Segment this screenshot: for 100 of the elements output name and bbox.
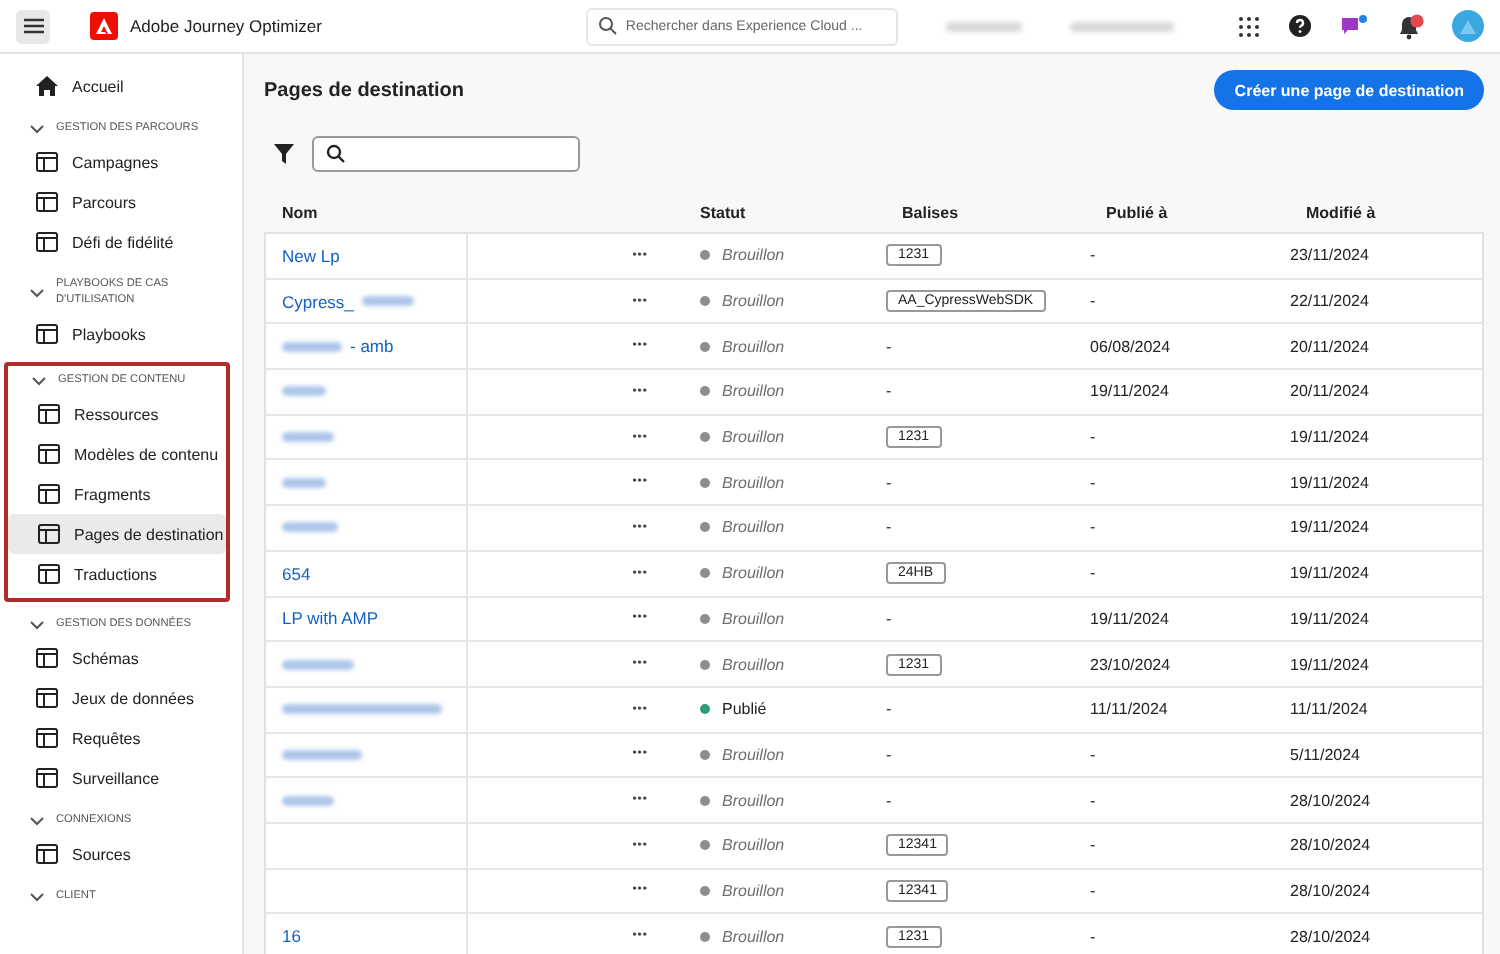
status-text: Brouillon [722,881,785,900]
table-cell: 19/11/2024 [1290,609,1369,628]
table-cell: - [1090,518,1096,537]
sidebar-item[interactable]: Accueil [6,66,232,106]
table-cell: 19/11/2024 [1290,564,1369,583]
user-avatar[interactable] [1452,10,1484,42]
table-cell: 19/11/2024 [1090,382,1169,401]
chat-icon[interactable] [1340,14,1368,38]
filter-icon[interactable] [274,144,294,164]
table-cell: - [1090,473,1096,492]
nav-icon [36,232,58,252]
sidebar-item[interactable]: Playbooks [6,314,232,354]
sidebar-item[interactable]: Requêtes [6,718,232,758]
help-icon[interactable] [1288,14,1312,38]
status-text: Brouillon [722,428,785,447]
notifications-icon[interactable] [1396,13,1424,39]
table-cell: - [1090,881,1096,900]
table-cell: - [1090,292,1096,311]
nav-icon [38,444,60,464]
sidebar-item[interactable]: Modèles de contenu [8,434,226,474]
table-cell: - [886,382,892,401]
sidebar-item[interactable]: Ressources [8,394,226,434]
sidebar-item[interactable]: Campagnes [6,142,232,182]
page-link[interactable]: 654 [282,563,311,584]
sidebar-item[interactable]: Parcours [6,182,232,222]
table-cell: - [886,473,892,492]
home-icon [36,76,58,96]
status-text: Publié [722,700,767,719]
status-text: Brouillon [722,927,785,946]
table-cell: 23/10/2024 [1090,655,1171,674]
table-cell: 23/11/2024 [1290,246,1369,265]
sidebar-item[interactable]: Surveillance [6,758,232,798]
blurred-text [282,386,326,397]
nav-icon [36,844,58,864]
table-cell: - [1090,745,1096,764]
table-cell: 19/11/2024 [1290,473,1369,492]
page-link[interactable]: New Lp [282,245,340,266]
table-cell: 11/11/2024 [1090,700,1168,719]
chevron-icon [30,619,44,629]
sidebar-item[interactable]: Fragments [8,474,226,514]
table-cell: 19/11/2024 [1290,655,1369,674]
chevron-icon [30,891,44,901]
apps-grid-icon[interactable] [1238,15,1260,37]
sidebar-item[interactable]: Défi de fidélité [6,222,232,262]
page-link[interactable]: Cypress_ [282,291,354,312]
table-cell: 20/11/2024 [1290,382,1369,401]
search-icon [597,16,618,36]
sidebar-item[interactable]: Schémas [6,638,232,678]
page-link[interactable]: LP with AMP [282,608,379,629]
status-text: Brouillon [722,473,785,492]
nav-icon [38,484,60,504]
table-cell: - [886,745,892,764]
table-cell: 28/10/2024 [1290,881,1371,900]
sidebar-item[interactable]: Sources [6,834,232,874]
blurred-text [1069,21,1174,31]
nav-icon [36,324,58,344]
table-cell: - [1090,428,1096,447]
status-text: Brouillon [722,518,785,537]
chevron-icon [30,815,44,825]
sidebar-item[interactable]: Traductions [8,554,226,594]
column-header[interactable]: Balises [898,203,1102,221]
nav-icon [36,768,58,788]
sidebar-item[interactable]: Jeux de données [6,678,232,718]
menu-icon [23,18,43,34]
page-link[interactable]: - amb [350,336,394,357]
table-cell: - [1090,246,1096,265]
nav-icon [36,648,58,668]
table-cell: 28/10/2024 [1290,927,1371,946]
nav-icon [36,688,58,708]
table-cell: - [1090,564,1096,583]
blurred-text [282,341,342,352]
menu-button[interactable] [16,9,50,43]
blurred-text [361,296,414,307]
status-text: Brouillon [722,745,785,764]
status-text: Brouillon [722,655,785,674]
search-field[interactable] [312,136,580,172]
column-header[interactable]: Nom [282,203,484,221]
sidebar-item[interactable]: Pages de destination [8,514,226,554]
nav-icon [38,404,60,424]
status-text: Brouillon [722,564,785,583]
blurred-text [945,21,1022,31]
blurred-text [282,659,354,670]
table-cell: 22/11/2024 [1290,292,1369,311]
status-text: Brouillon [722,246,785,265]
table-cell: 5/11/2024 [1290,745,1360,764]
create-button[interactable]: Créer une page de destination [1214,70,1484,110]
table-cell: 11/11/2024 [1290,700,1368,719]
table-cell: 19/11/2024 [1090,609,1169,628]
status-text: Brouillon [722,609,785,628]
status-text: Brouillon [722,791,785,810]
column-header[interactable]: Modifié à [1302,203,1484,221]
table-cell: 28/10/2024 [1290,791,1371,810]
page-link[interactable]: 16 [282,926,301,947]
table-cell: - [1090,836,1096,855]
column-header[interactable]: Statut [696,203,898,221]
table-cell: 19/11/2024 [1290,518,1369,537]
column-header[interactable]: Publié à [1102,203,1302,221]
nav-icon [38,564,60,584]
chevron-icon [30,287,44,297]
table-cell: - [886,791,892,810]
